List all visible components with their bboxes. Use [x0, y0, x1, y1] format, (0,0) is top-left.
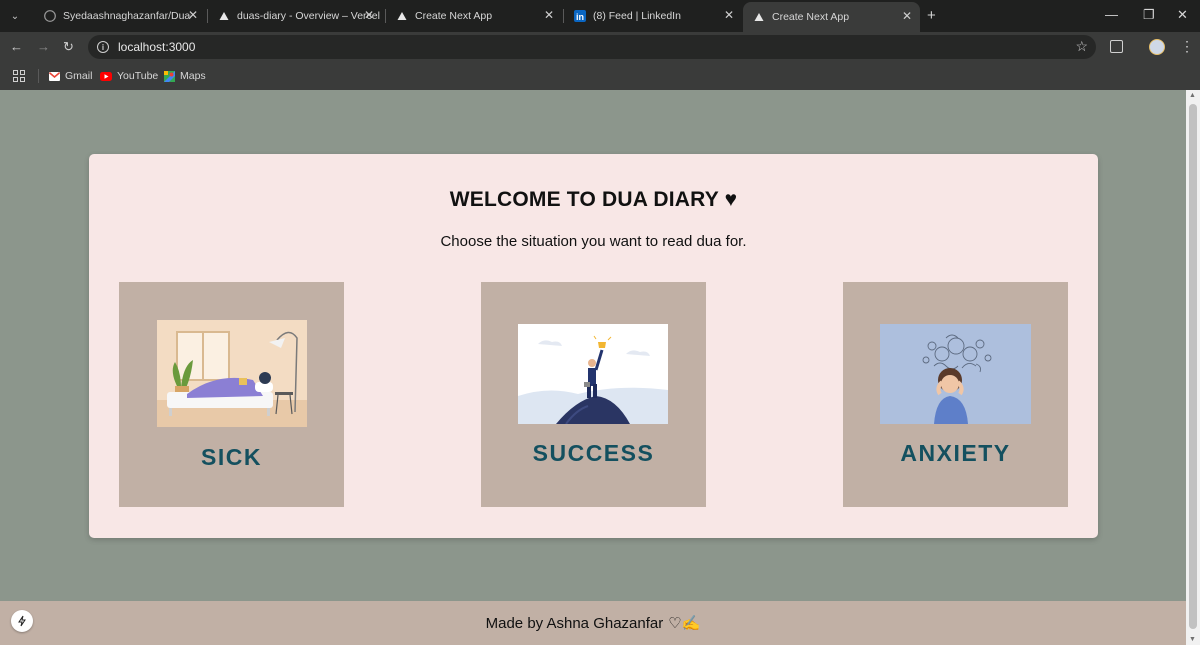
gmail-icon: [49, 71, 60, 81]
page-subtitle: Choose the situation you want to read du…: [440, 233, 747, 250]
page-title-text: WELCOME TO DUA DIARY: [449, 188, 719, 211]
bookmark-star-icon[interactable]: ☆: [1075, 38, 1088, 55]
restore-icon[interactable]: ❐: [1143, 7, 1155, 23]
svg-text:in: in: [576, 12, 584, 22]
scroll-up-icon[interactable]: ▲: [1189, 92, 1196, 99]
heart-icon: ♥: [724, 188, 738, 211]
category-label: ANXIETY: [900, 440, 1011, 466]
close-icon[interactable]: ✕: [724, 8, 734, 22]
category-card-sick[interactable]: SICK: [119, 282, 344, 507]
profile-avatar[interactable]: [1149, 39, 1165, 55]
tab-create-next-app-active[interactable]: Create Next App ✕: [743, 2, 920, 32]
heart-writing-hand-icon: ♡✍: [668, 615, 701, 632]
footer-credit: Made by Ashna Ghazanfar ♡✍: [0, 614, 1186, 632]
back-icon[interactable]: ←: [10, 39, 23, 54]
bookmark-gmail[interactable]: Gmail: [49, 70, 92, 82]
tab-title: Create Next App: [772, 11, 850, 23]
bookmark-maps[interactable]: Maps: [164, 70, 206, 82]
close-icon[interactable]: ✕: [188, 8, 198, 22]
tab-vercel-overview[interactable]: duas-diary - Overview – Vercel ✕: [208, 4, 382, 28]
page-viewport: WELCOME TO DUA DIARY ♥ Choose the situat…: [0, 90, 1186, 645]
tab-title: Create Next App: [415, 10, 493, 22]
youtube-icon: [100, 71, 112, 81]
page-scrollbar[interactable]: ▲ ▼: [1186, 90, 1200, 645]
extensions-icon[interactable]: [1110, 40, 1123, 53]
category-card-success[interactable]: SUCCESS: [481, 282, 706, 507]
success-illustration: [518, 324, 668, 424]
url-text[interactable]: localhost:3000: [118, 40, 195, 54]
page-title: WELCOME TO DUA DIARY ♥: [89, 188, 1098, 212]
vercel-icon: [753, 11, 765, 23]
linkedin-icon: in: [574, 10, 586, 22]
minimize-icon[interactable]: —: [1105, 7, 1118, 22]
bookmarks-bar: Gmail YouTube Maps: [0, 62, 1200, 90]
browser-toolbar: ← → ↻ i localhost:3000 ☆ ⋮: [0, 32, 1200, 62]
forward-icon[interactable]: →: [37, 39, 50, 54]
category-label: SICK: [201, 444, 262, 470]
bookmark-label: Maps: [180, 70, 206, 82]
welcome-card: WELCOME TO DUA DIARY ♥ Choose the situat…: [89, 154, 1098, 538]
tab-strip: ⌄ Syedaashnaghazanfar/Duas-dia ✕ duas-di…: [0, 0, 1200, 32]
close-icon[interactable]: ✕: [902, 9, 912, 23]
category-label: SUCCESS: [532, 440, 655, 466]
kebab-menu-icon[interactable]: ⋮: [1180, 38, 1194, 55]
scroll-down-icon[interactable]: ▼: [1189, 636, 1196, 643]
footer-credit-text: Made by Ashna Ghazanfar: [485, 615, 664, 632]
category-card-anxiety[interactable]: ANXIETY: [843, 282, 1068, 507]
maps-icon: [164, 70, 175, 82]
close-window-icon[interactable]: ✕: [1177, 7, 1188, 23]
bookmark-youtube[interactable]: YouTube: [100, 70, 158, 82]
tab-create-next-app[interactable]: Create Next App ✕: [386, 4, 562, 28]
tab-search-icon[interactable]: ⌄: [6, 7, 24, 25]
github-icon: [44, 10, 56, 22]
tab-title: duas-diary - Overview – Vercel: [237, 10, 380, 22]
info-icon[interactable]: i: [97, 41, 109, 53]
footer: Made by Ashna Ghazanfar ♡✍: [0, 601, 1186, 645]
tab-linkedin[interactable]: in (8) Feed | LinkedIn ✕: [564, 4, 742, 28]
vercel-icon: [396, 10, 408, 22]
address-bar[interactable]: i localhost:3000 ☆: [88, 35, 1096, 59]
tab-github[interactable]: Syedaashnaghazanfar/Duas-dia ✕: [34, 4, 206, 28]
scroll-thumb[interactable]: [1189, 104, 1197, 629]
apps-grid-icon[interactable]: [13, 70, 25, 82]
new-tab-button[interactable]: +: [927, 7, 936, 24]
close-icon[interactable]: ✕: [544, 8, 554, 22]
bookmark-label: YouTube: [117, 70, 159, 82]
tab-title: (8) Feed | LinkedIn: [593, 10, 681, 22]
sick-illustration: [157, 320, 307, 427]
vercel-icon: [218, 10, 230, 22]
bookmark-label: Gmail: [65, 70, 93, 82]
reload-icon[interactable]: ↻: [63, 39, 74, 55]
tab-title: Syedaashnaghazanfar/Duas-dia: [63, 10, 191, 22]
close-icon[interactable]: ✕: [364, 8, 374, 22]
anxiety-illustration: [880, 324, 1031, 424]
